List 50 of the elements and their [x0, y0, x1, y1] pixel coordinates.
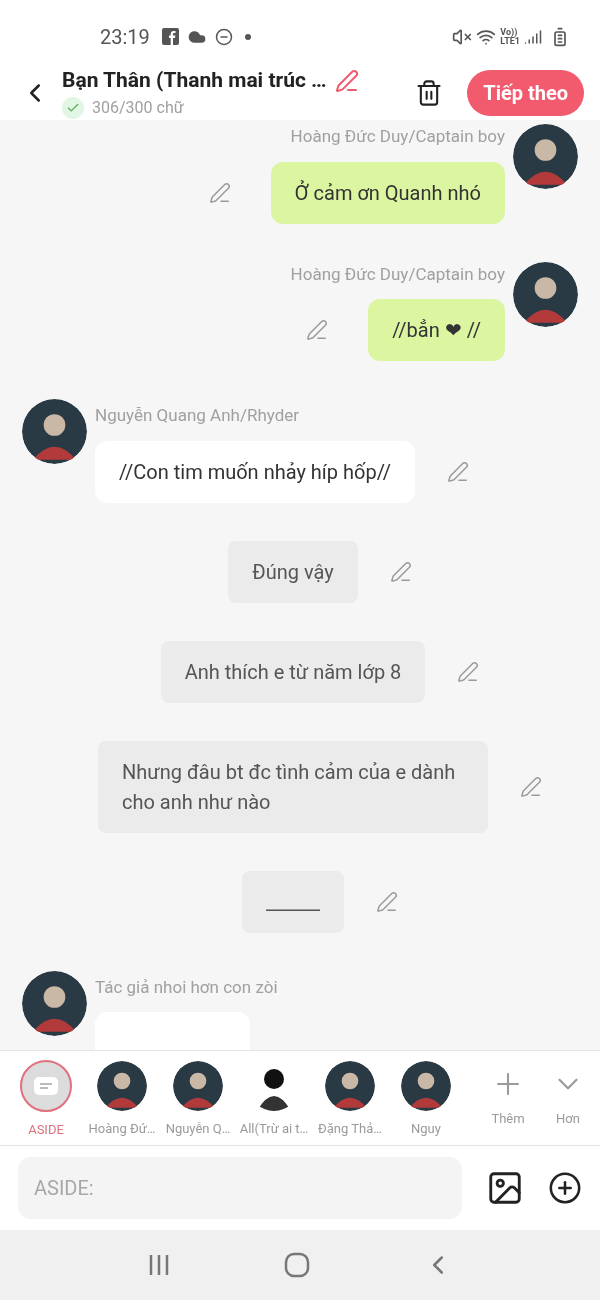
- edit-icon[interactable]: [457, 660, 480, 683]
- narration-bubble: Anh thích e từ năm lớp 8: [160, 640, 426, 703]
- author-name: Hoàng Đức Duy/Captain boy: [290, 125, 505, 148]
- avatar: [325, 1061, 375, 1112]
- home-icon[interactable]: [284, 1252, 310, 1278]
- avatar: [401, 1061, 451, 1112]
- edit-icon[interactable]: [389, 560, 412, 583]
- mute-icon: [452, 26, 473, 47]
- character-tab[interactable]: ASIDE: [8, 1060, 84, 1140]
- character-tab[interactable]: Đặng Thả…: [312, 1061, 388, 1139]
- avatar: [173, 1061, 223, 1112]
- avatar: [97, 1061, 147, 1112]
- signal-icon: [524, 27, 542, 46]
- expand-button[interactable]: Hơn: [538, 1067, 598, 1129]
- do-not-disturb-icon: [214, 27, 233, 46]
- edit-icon[interactable]: [376, 890, 399, 913]
- message-bubble: //bẳn ❤ //: [368, 299, 505, 361]
- network-label: Vo)): [500, 27, 519, 37]
- author-name: Tác giả nhoi hơn con zòi: [95, 975, 278, 999]
- edit-title-icon[interactable]: [334, 68, 359, 93]
- message-bubble: Ở cảm ơn Quanh nhó: [270, 161, 505, 224]
- clock: 23:19: [100, 23, 150, 51]
- edit-icon[interactable]: [447, 460, 469, 483]
- next-button[interactable]: Tiếp theo: [467, 69, 584, 116]
- avatar: [513, 261, 578, 327]
- author-name: Hoàng Đức Duy/Captain boy: [290, 262, 505, 286]
- word-count: 306/300 chữ: [92, 97, 184, 120]
- add-character-button[interactable]: Thêm: [478, 1067, 538, 1129]
- narration-bubble: Đúng vậy: [228, 540, 358, 603]
- avatar: [22, 970, 87, 1036]
- note-icon: [34, 1077, 58, 1096]
- network-label: LTE1: [500, 36, 520, 46]
- facebook-icon: [161, 28, 179, 45]
- edit-icon[interactable]: [208, 181, 231, 204]
- character-tab[interactable]: Nguyễn Q…: [160, 1061, 236, 1139]
- avatar: [513, 124, 578, 189]
- avatar: [22, 399, 87, 464]
- image-icon[interactable]: [486, 1169, 524, 1207]
- character-tab[interactable]: Nguy: [388, 1061, 464, 1139]
- narration-bubble: ______: [241, 870, 345, 933]
- message-bubble: //Con tim muốn nhảy híp hốp//: [95, 440, 415, 503]
- character-tab[interactable]: All(Trừ ai t…: [236, 1061, 312, 1139]
- add-icon[interactable]: [548, 1171, 582, 1205]
- story-title: Bạn Thân (Thanh mai trúc …: [62, 66, 327, 94]
- edit-icon[interactable]: [520, 775, 542, 798]
- author-name: Nguyễn Quang Anh/Rhyder: [95, 404, 300, 427]
- edit-icon[interactable]: [306, 319, 329, 341]
- message-input[interactable]: ASIDE:: [18, 1157, 462, 1219]
- character-tab[interactable]: Hoàng Đứ…: [84, 1061, 160, 1139]
- narration-bubble: Nhưng đâu bt đc tình cảm của e dành cho anh như nào: [98, 740, 488, 833]
